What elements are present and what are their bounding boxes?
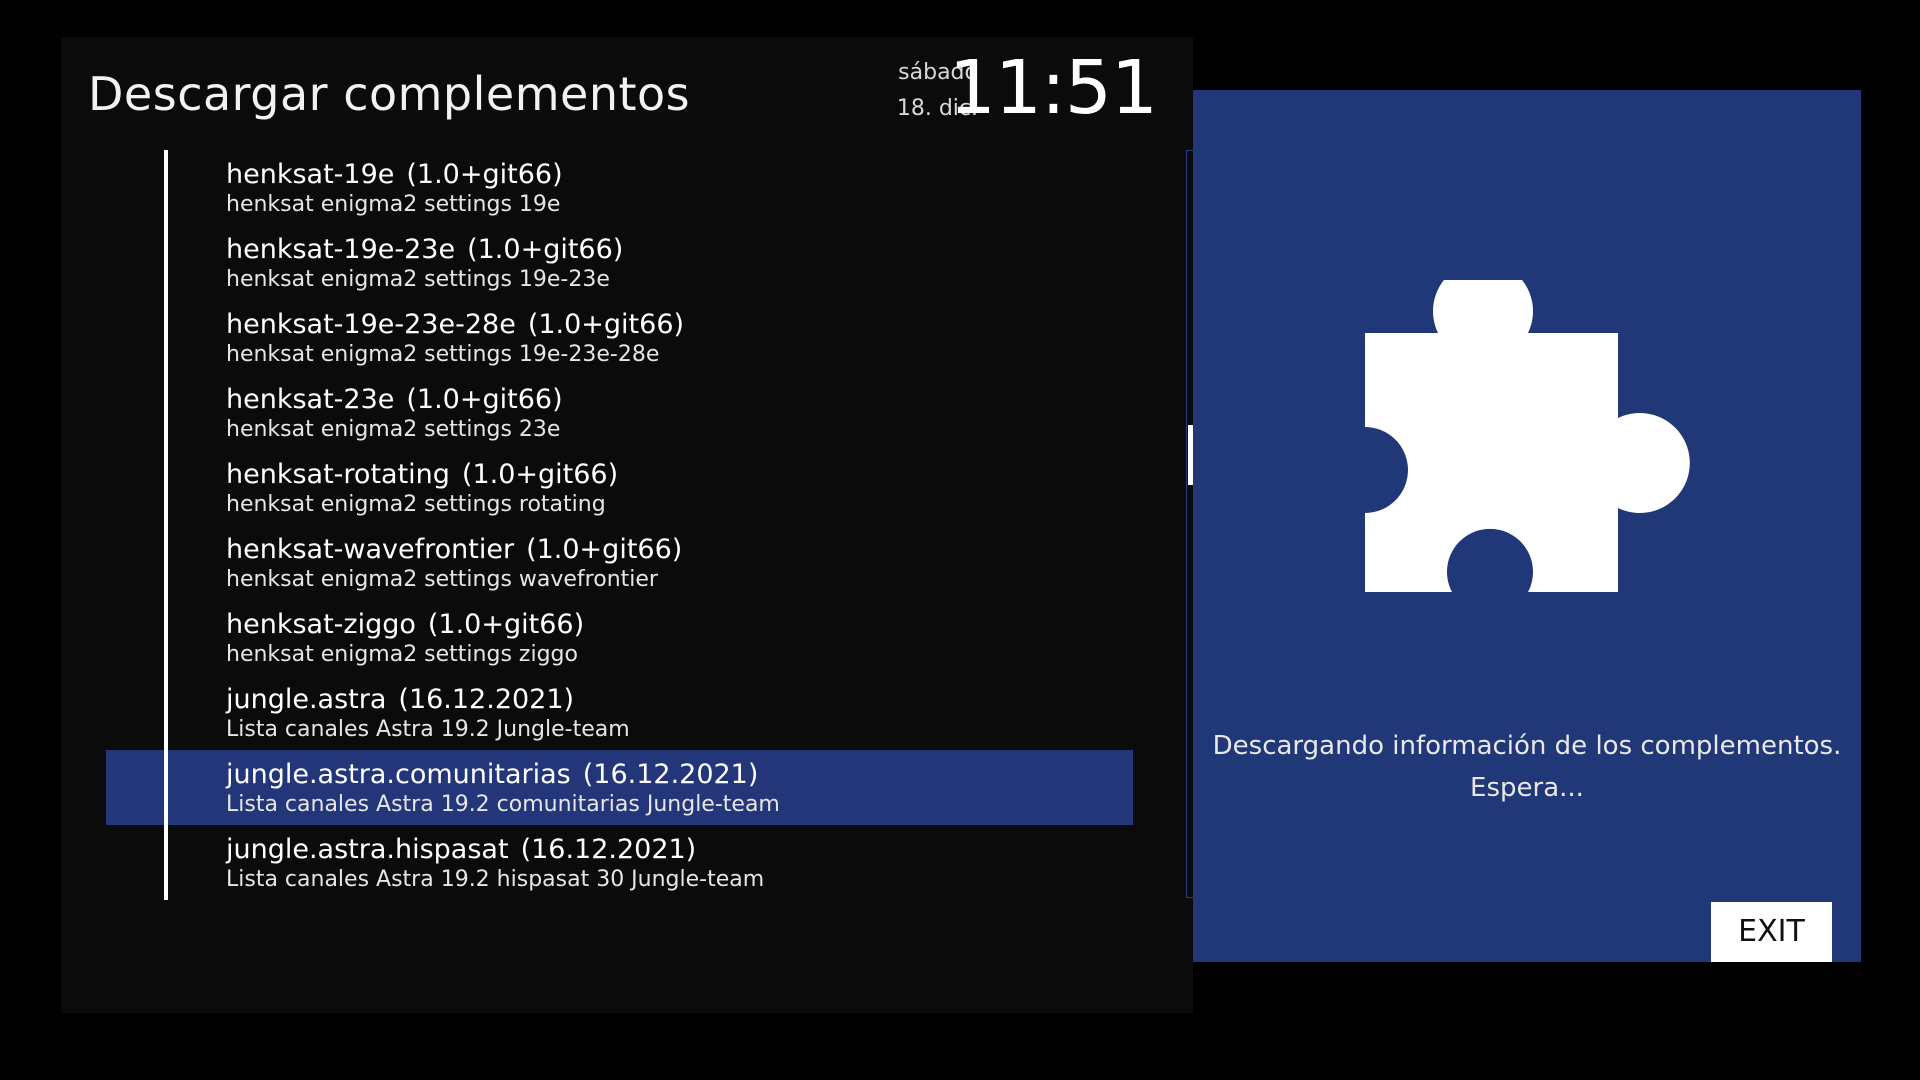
- plugin-list-item[interactable]: henksat-19e (1.0+git66) henksat enigma2 se…: [106, 150, 1133, 225]
- page-title: Descargar complementos: [88, 67, 691, 121]
- plugin-version: (1.0+git66): [467, 234, 624, 265]
- plugin-browser-panel: Descargar complementos sábado 18. dic. 1…: [61, 37, 1198, 1013]
- plugin-name: henksat-19e-23e-28e: [226, 309, 516, 340]
- plugin-name: henksat-rotating: [226, 459, 450, 490]
- plugin-name-row: jungle.astra (16.12.2021): [226, 684, 1133, 716]
- plugin-name-row: henksat-19e-23e (1.0+git66): [226, 234, 1133, 266]
- status-message-line1: Descargando información de los complemen…: [1212, 731, 1842, 761]
- status-message: Descargando información de los complemen…: [1193, 725, 1861, 809]
- plugin-description: Lista canales Astra 19.2 Jungle-team: [226, 717, 630, 742]
- plugin-version: (1.0+git66): [461, 459, 619, 490]
- status-message-line2: Espera...: [1470, 773, 1584, 803]
- plugin-list-item[interactable]: henksat-19e-23e-28e (1.0+git66) henksat en…: [106, 300, 1133, 375]
- plugin-list-item[interactable]: henksat-wavefrontier (1.0+git66) henksat e…: [106, 525, 1133, 600]
- plugin-version: (16.12.2021): [582, 759, 759, 790]
- plugin-version: (1.0+git66): [526, 534, 683, 565]
- plugin-version: (1.0+git66): [406, 159, 563, 190]
- plugin-name-row: jungle.astra.comunitarias (16.12.2021): [226, 759, 1133, 791]
- plugin-name: jungle.astra.comunitarias: [226, 759, 571, 790]
- plugin-list-item[interactable]: henksat-19e-23e (1.0+git66) henksat enigma…: [106, 225, 1133, 300]
- plugin-list-item[interactable]: jungle.astra.hispasat (16.12.2021) Lista c…: [106, 825, 1133, 900]
- plugin-name-row: henksat-ziggo (1.0+git66): [226, 609, 1133, 641]
- plugin-name-row: henksat-wavefrontier (1.0+git66): [226, 534, 1133, 566]
- plugin-list-item[interactable]: jungle.astra (16.12.2021) Lista canales As…: [106, 675, 1133, 750]
- plugin-name-row: henksat-rotating (1.0+git66): [226, 459, 1133, 491]
- plugin-list: henksat-19e (1.0+git66) henksat enigma2 se…: [106, 150, 1133, 900]
- plugin-name: henksat-23e: [226, 384, 395, 415]
- plugin-description: henksat enigma2 settings 23e: [226, 417, 561, 442]
- plugin-description: henksat enigma2 settings rotating: [226, 492, 606, 517]
- plugin-name: henksat-ziggo: [226, 609, 416, 640]
- plugin-name: henksat-wavefrontier: [226, 534, 515, 565]
- clock: 11:51: [948, 45, 1158, 131]
- plugin-list-item[interactable]: henksat-23e (1.0+git66) henksat enigma2 se…: [106, 375, 1133, 450]
- plugin-description: henksat enigma2 settings 19e-23e: [226, 267, 610, 292]
- plugin-name: henksat-19e-23e: [226, 234, 456, 265]
- plugin-name: jungle.astra: [226, 684, 387, 715]
- screen: Descargar complementos sábado 18. dic. 1…: [0, 0, 1920, 1080]
- plugin-version: (1.0+git66): [406, 384, 563, 415]
- plugin-list-area: henksat-19e (1.0+git66) henksat enigma2 se…: [106, 150, 1198, 900]
- plugin-name-row: henksat-23e (1.0+git66): [226, 384, 1133, 416]
- plugin-list-item[interactable]: henksat-ziggo (1.0+git66) henksat enigma2 …: [106, 600, 1133, 675]
- plugin-description: henksat enigma2 settings 19e-23e-28e: [226, 342, 660, 367]
- plugin-list-item[interactable]: jungle.astra.comunitarias (16.12.2021) Lis…: [106, 750, 1133, 825]
- plugin-name: jungle.astra.hispasat: [226, 834, 509, 865]
- plugin-version: (1.0+git66): [427, 609, 585, 640]
- plugin-description: henksat enigma2 settings 19e: [226, 192, 561, 217]
- plugin-name-row: henksat-19e (1.0+git66): [226, 159, 1133, 191]
- plugin-description: Lista canales Astra 19.2 hispasat 30 Jun…: [226, 867, 765, 892]
- plugin-description: henksat enigma2 settings ziggo: [226, 642, 578, 667]
- plugin-name: henksat-19e: [226, 159, 395, 190]
- plugin-description: henksat enigma2 settings wavefrontier: [226, 567, 658, 592]
- plugin-description: Lista canales Astra 19.2 comunitarias Ju…: [226, 792, 780, 817]
- info-panel: Descargando información de los complemen…: [1193, 90, 1861, 962]
- plugin-version: (1.0+git66): [527, 309, 685, 340]
- plugin-version: (16.12.2021): [520, 834, 697, 865]
- exit-button[interactable]: EXIT: [1711, 902, 1832, 962]
- plugin-list-item[interactable]: henksat-rotating (1.0+git66) henksat enigm…: [106, 450, 1133, 525]
- plugin-version: (16.12.2021): [398, 684, 575, 715]
- plugin-name-row: jungle.astra.hispasat (16.12.2021): [226, 834, 1133, 866]
- list-divider-line: [164, 150, 168, 900]
- plugin-name-row: henksat-19e-23e-28e (1.0+git66): [226, 309, 1133, 341]
- puzzle-piece-icon: [1365, 280, 1690, 592]
